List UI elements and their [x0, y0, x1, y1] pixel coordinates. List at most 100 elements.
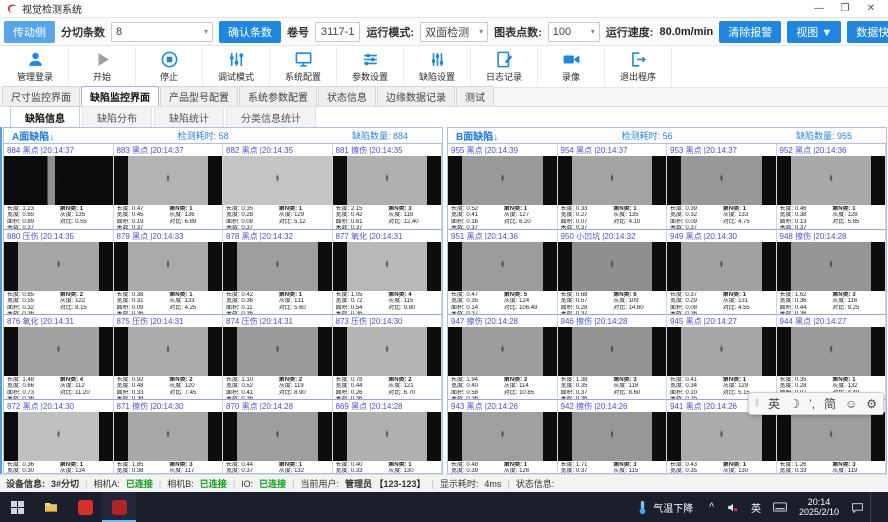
minimize-button[interactable]: —: [806, 1, 832, 17]
ime-punctuation-toggle[interactable]: ’,: [809, 397, 815, 411]
action-monitor-button[interactable]: 系统配置: [270, 46, 337, 87]
defect-cell[interactable]: 871 擦伤 |20:14:30长度: 1.85宽度: 0.38面积: 0.52…: [114, 399, 224, 473]
action-sliders-button[interactable]: 参数设置: [337, 46, 404, 87]
defect-cell[interactable]: 955 黑点 |20:14:39长度: 0.52宽度: 0.41面积: 0.16…: [448, 144, 558, 229]
action-play-button[interactable]: 开始: [69, 46, 136, 87]
weather-text: 气温下降: [653, 500, 693, 515]
defect-cell[interactable]: 952 黑点 |20:14:36长度: 0.46宽度: 0.38面积: 0.13…: [777, 144, 887, 229]
main-tab-1[interactable]: 缺陷监控界面: [81, 86, 159, 106]
defect-info-left: 长度: 0.42宽度: 0.36面积: 0.11米数: 0.36: [226, 292, 277, 314]
defect-cell[interactable]: 872 黑点 |20:14:30长度: 0.36宽度: 0.30面积: 0.08…: [4, 399, 114, 473]
main-tab-6[interactable]: 测试: [456, 86, 494, 106]
defect-info-right: 第N类: 2灰度: 120对比: 7.45: [169, 377, 220, 399]
roll-number-input[interactable]: 3117-1: [315, 22, 360, 42]
action-tune-button[interactable]: 调试模式: [203, 46, 270, 87]
action-user-button[interactable]: 管理登录: [2, 46, 69, 87]
defect-cell[interactable]: 876 氧化 |20:14:31长度: 1.48宽度: 0.66面积: 0.73…: [4, 314, 114, 399]
defect-cell[interactable]: 884 黑点 |20:14:37长度: 1.23宽度: 0.65面积: 0.89…: [4, 144, 114, 229]
defect-cell[interactable]: 873 压伤 |20:14:30长度: 0.78宽度: 0.44面积: 0.26…: [333, 314, 443, 399]
action-camera-button[interactable]: 录像: [538, 46, 605, 87]
ime-toolbar[interactable]: ‖ 英 ☽ ’, 简 ☺ ⚙: [748, 392, 884, 415]
defect-cell[interactable]: 881 擦伤 |20:14:35长度: 2.15宽度: 0.42面积: 0.61…: [333, 144, 443, 229]
panel-title[interactable]: B面缺陷↓: [456, 128, 498, 143]
sub-tab-3[interactable]: 分类信息统计: [226, 106, 316, 129]
chart-points-label: 图表点数:: [494, 24, 542, 40]
main-tab-0[interactable]: 尺寸监控界面: [2, 86, 80, 106]
defect-cell[interactable]: 874 压伤 |20:14:31长度: 1.10宽度: 0.52面积: 0.41…: [223, 314, 333, 399]
defect-info: 长度: 0.78宽度: 0.44面积: 0.26米数: 0.36第N类: 2灰度…: [333, 376, 442, 399]
defect-cell[interactable]: 944 黑点 |20:14:27长度: 0.35宽度: 0.28面积: 0.07…: [777, 314, 887, 399]
ime-language-button[interactable]: 英: [745, 492, 767, 522]
file-explorer-button[interactable]: [34, 492, 68, 522]
drive-side-button[interactable]: 传动侧: [4, 21, 55, 43]
field-contrast: 对比: 12.40: [388, 219, 439, 225]
ime-emoji-icon[interactable]: ☺: [845, 397, 857, 411]
field-width: 宽度: 0.33: [780, 468, 831, 473]
touch-keyboard-button[interactable]: [767, 492, 793, 522]
action-exit-button[interactable]: 退出程序: [605, 46, 672, 87]
confirm-count-button[interactable]: 确认条数: [219, 21, 281, 43]
app-taskbar-item-2[interactable]: [102, 492, 136, 522]
defect-cell[interactable]: 880 压伤 |20:14:35长度: 0.85宽度: 0.55面积: 0.32…: [4, 229, 114, 314]
data-quick-access-button[interactable]: 数据快捷访问 ▼: [847, 21, 888, 43]
defect-image: [448, 412, 557, 461]
defect-cell[interactable]: 875 压伤 |20:14:31长度: 0.92宽度: 0.48面积: 0.33…: [114, 314, 224, 399]
action-levels-button[interactable]: 缺陷设置: [404, 46, 471, 87]
defect-count: 缺陷数量: 955: [796, 129, 852, 142]
defect-cell[interactable]: 870 黑点 |20:14:28长度: 0.44宽度: 0.37面积: 0.12…: [223, 399, 333, 473]
field-width: 宽度: 0.38: [117, 468, 168, 473]
close-button[interactable]: ✕: [858, 1, 884, 17]
slit-count-select[interactable]: 8 ▾: [111, 22, 213, 42]
start-button[interactable]: [0, 492, 34, 522]
defect-cell[interactable]: 950 小凹坑 |20:14:32长度: 0.68宽度: 0.57面积: 0.2…: [558, 229, 668, 314]
main-tab-2[interactable]: 产品型号配置: [160, 86, 238, 106]
show-desktop-button[interactable]: [870, 492, 888, 522]
defect-cell[interactable]: 869 黑点 |20:14:28长度: 0.40宽度: 0.33面积: 0.10…: [333, 399, 443, 473]
defect-cell[interactable]: 945 黑点 |20:14:27长度: 0.41宽度: 0.34面积: 0.10…: [667, 314, 777, 399]
taskbar-clock[interactable]: 20:14 2025/2/10: [793, 492, 845, 522]
notification-center-button[interactable]: [845, 492, 870, 522]
defect-cell[interactable]: 947 擦伤 |20:14:28长度: 1.94宽度: 0.40面积: 0.58…: [448, 314, 558, 399]
taskbar: 气温下降 ^ 英 20:14 2025/2/: [0, 492, 888, 522]
app-taskbar-item-1[interactable]: [68, 492, 102, 522]
defect-cell[interactable]: 953 黑点 |20:14:37长度: 0.39宽度: 0.32面积: 0.09…: [667, 144, 777, 229]
defect-cell[interactable]: 946 擦伤 |20:14:28长度: 1.38宽度: 0.35面积: 0.37…: [558, 314, 668, 399]
sub-tab-0[interactable]: 缺陷信息: [10, 106, 80, 129]
maximize-button[interactable]: ❐: [832, 1, 858, 17]
defect-cell[interactable]: 949 黑点 |20:14:30长度: 0.37宽度: 0.29面积: 0.08…: [667, 229, 777, 314]
ime-grip-handle[interactable]: ‖: [755, 398, 759, 409]
defect-cell[interactable]: 951 黑点 |20:14:36长度: 0.47宽度: 0.35面积: 0.14…: [448, 229, 558, 314]
ime-simplified-toggle[interactable]: 简: [824, 395, 836, 412]
panel-title[interactable]: A面缺陷↓: [12, 128, 54, 143]
main-tab-4[interactable]: 状态信息: [318, 86, 376, 106]
weather-widget[interactable]: 气温下降: [627, 492, 703, 522]
defect-cell[interactable]: 882 黑点 |20:14:35长度: 0.35宽度: 0.28面积: 0.08…: [223, 144, 333, 229]
defect-cell[interactable]: 948 擦伤 |20:14:28长度: 1.62宽度: 0.36面积: 0.44…: [777, 229, 887, 314]
defect-cell[interactable]: 878 黑点 |20:14:32长度: 0.42宽度: 0.36面积: 0.11…: [223, 229, 333, 314]
defect-info-right: 第N类: 1灰度: 127对比: 6.20: [504, 206, 555, 229]
defect-cell[interactable]: 879 黑点 |20:14:33长度: 0.38宽度: 0.31面积: 0.09…: [114, 229, 224, 314]
defect-cell[interactable]: 877 氧化 |20:14:31长度: 1.05宽度: 0.72面积: 0.54…: [333, 229, 443, 314]
defect-cell[interactable]: 883 黑点 |20:14:37长度: 0.47宽度: 0.45面积: 0.19…: [114, 144, 224, 229]
clear-alarm-button[interactable]: 清除报警: [719, 21, 781, 43]
view-menu-button[interactable]: 视图 ▼: [787, 21, 841, 43]
main-tab-5[interactable]: 边缘数据记录: [377, 86, 455, 106]
action-journal-button[interactable]: 日志记录: [471, 46, 538, 87]
defect-info: 长度: 1.48宽度: 0.66面积: 0.73米数: 0.36第N类: 4灰度…: [4, 376, 113, 399]
defect-cell[interactable]: 942 擦伤 |20:14:26长度: 1.71宽度: 0.37面积: 0.48…: [558, 399, 668, 473]
ime-fullwidth-moon-icon[interactable]: ☽: [789, 397, 800, 411]
field-contrast: 对比: 0.55: [60, 219, 111, 225]
volume-button[interactable]: [720, 492, 745, 522]
ime-lang-toggle[interactable]: 英: [768, 395, 780, 412]
defect-cell[interactable]: 943 黑点 |20:14:26长度: 0.48宽度: 0.39面积: 0.14…: [448, 399, 558, 473]
tray-chevron[interactable]: ^: [703, 492, 720, 522]
defect-cell[interactable]: 954 黑点 |20:14:37长度: 0.33宽度: 0.27面积: 0.07…: [558, 144, 668, 229]
defect-cell-header: 870 黑点 |20:14:28: [223, 400, 332, 412]
sub-tab-2[interactable]: 缺陷统计: [154, 106, 224, 129]
chart-points-select[interactable]: 100 ▾: [548, 22, 600, 42]
action-stop-button[interactable]: 停止: [136, 46, 203, 87]
sub-tab-1[interactable]: 缺陷分布: [82, 106, 152, 129]
main-tab-3[interactable]: 系统参数配置: [239, 86, 317, 106]
run-mode-select[interactable]: 双面检测 ▾: [420, 22, 488, 42]
ime-settings-gear-icon[interactable]: ⚙: [866, 397, 877, 411]
